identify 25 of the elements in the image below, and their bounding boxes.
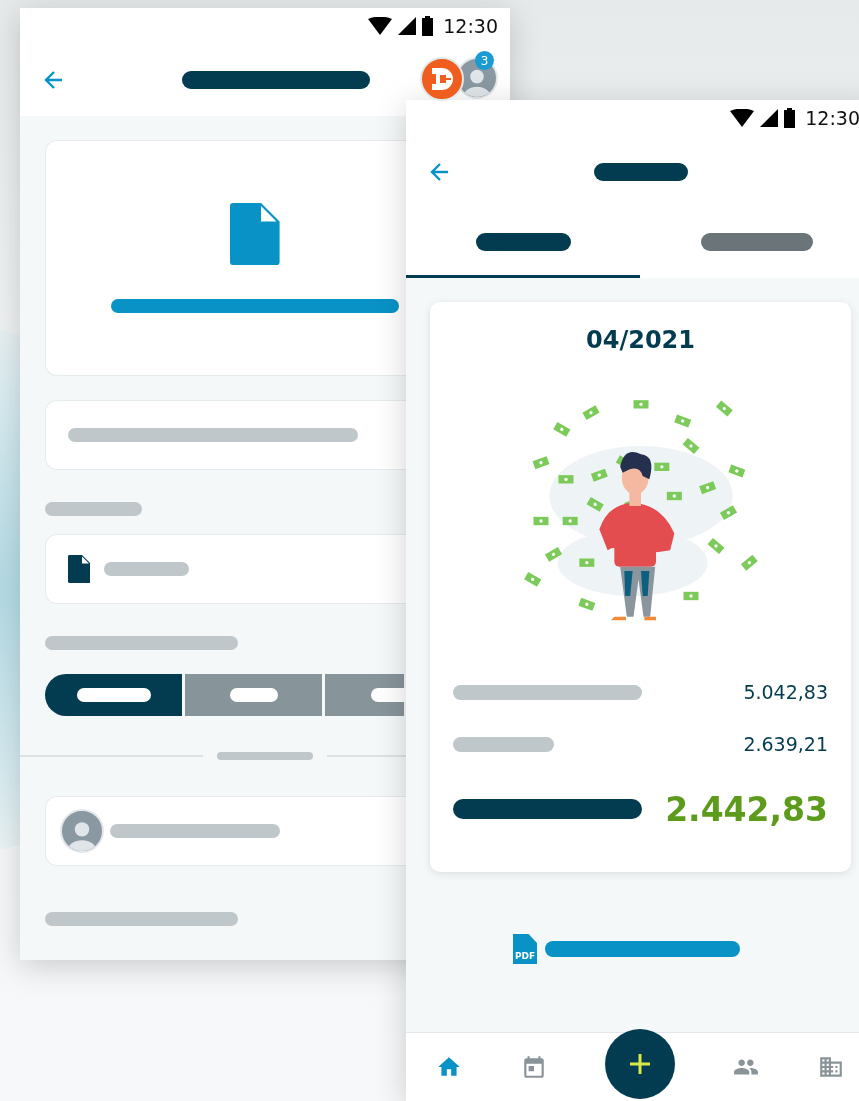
plug-logo-icon[interactable] (420, 57, 464, 101)
document-icon (68, 555, 91, 583)
pdf-link[interactable]: PDF (513, 934, 740, 964)
plus-icon (628, 1052, 652, 1076)
person-field[interactable] (45, 796, 406, 866)
input-field[interactable] (45, 400, 406, 470)
document-icon (230, 203, 280, 265)
wifi-icon (730, 109, 755, 127)
file-field[interactable] (45, 534, 406, 604)
total-amount: 2.442,83 (665, 789, 828, 829)
amount: 5.042,83 (743, 681, 828, 703)
status-time: 12:30 (805, 107, 859, 129)
segment-label-placeholder (229, 688, 278, 702)
period-title: 04/2021 (586, 326, 695, 354)
wifi-icon (368, 17, 393, 35)
status-time: 12:30 (443, 15, 498, 37)
segment-button[interactable] (45, 674, 182, 716)
pdf-file-icon: PDF (513, 934, 537, 964)
signal-icon (398, 17, 417, 35)
notification-badge: 3 (475, 51, 494, 70)
signal-icon (760, 109, 779, 127)
battery-icon (784, 108, 796, 128)
avatar-icon (60, 809, 104, 853)
amount: 2.639,21 (743, 733, 828, 755)
battery-icon (422, 16, 434, 36)
